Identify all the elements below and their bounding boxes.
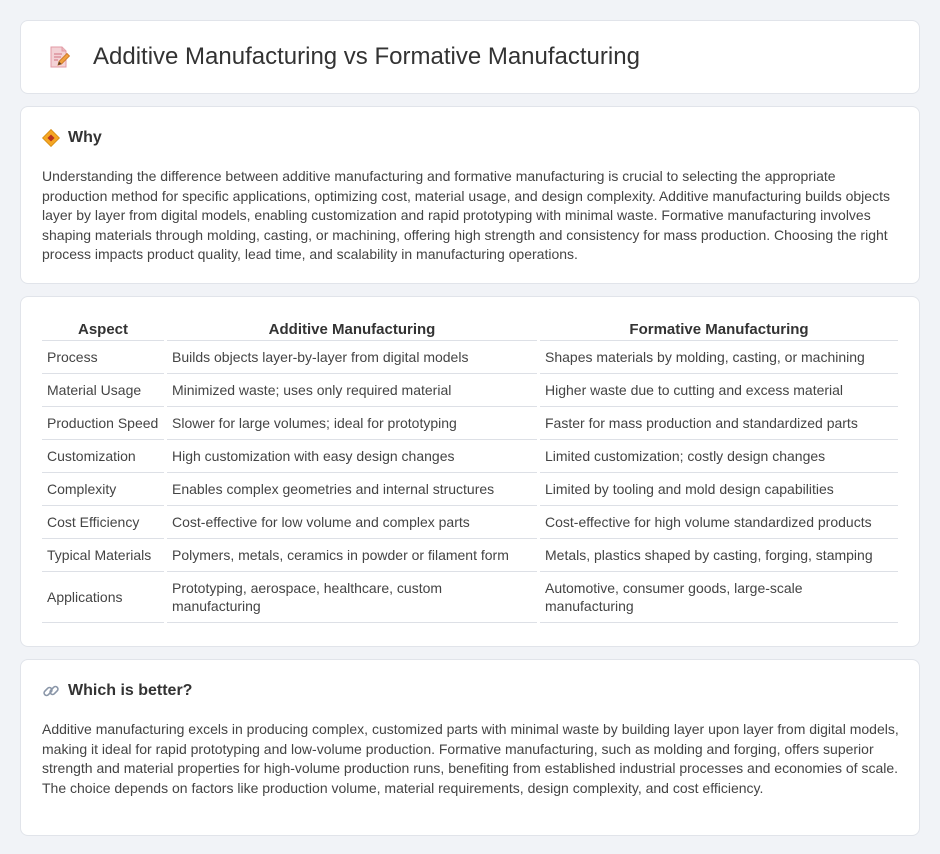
why-section: Why Understanding the difference between…	[20, 106, 920, 284]
table-row: Process Builds objects layer-by-layer fr…	[42, 341, 898, 374]
row-formative: Cost-effective for high volume standardi…	[540, 506, 898, 539]
row-additive: High customization with easy design chan…	[167, 440, 537, 473]
table-row: Customization High customization with ea…	[42, 440, 898, 473]
which-is-better-section: Which is better? Additive manufacturing …	[20, 659, 920, 836]
why-text: Understanding the difference between add…	[42, 168, 890, 263]
row-formative: Automotive, consumer goods, large-scale …	[540, 572, 898, 623]
table-row: Typical Materials Polymers, metals, cera…	[42, 539, 898, 572]
table-row: Production Speed Slower for large volume…	[42, 407, 898, 440]
row-aspect: Complexity	[42, 473, 164, 506]
column-header-aspect: Aspect	[42, 317, 164, 341]
row-formative: Limited by tooling and mold design capab…	[540, 473, 898, 506]
row-additive: Cost-effective for low volume and comple…	[167, 506, 537, 539]
why-heading: Why	[68, 129, 102, 146]
link-icon	[42, 682, 60, 700]
column-header-formative: Formative Manufacturing	[540, 317, 898, 341]
row-aspect: Applications	[42, 572, 164, 623]
row-formative: Shapes materials by molding, casting, or…	[540, 341, 898, 374]
row-formative: Faster for mass production and standardi…	[540, 407, 898, 440]
row-formative: Metals, plastics shaped by casting, forg…	[540, 539, 898, 572]
row-additive: Prototyping, aerospace, healthcare, cust…	[167, 572, 537, 623]
diamond-sign-icon	[41, 128, 61, 148]
row-additive: Polymers, metals, ceramics in powder or …	[167, 539, 537, 572]
better-text: Additive manufacturing excels in produci…	[42, 721, 899, 796]
column-header-additive: Additive Manufacturing	[167, 317, 537, 341]
comparison-card: Aspect Additive Manufacturing Formative …	[20, 296, 920, 647]
row-additive: Builds objects layer-by-layer from digit…	[167, 341, 537, 374]
row-aspect: Typical Materials	[42, 539, 164, 572]
row-formative: Limited customization; costly design cha…	[540, 440, 898, 473]
row-additive: Slower for large volumes; ideal for prot…	[167, 407, 537, 440]
row-formative: Higher waste due to cutting and excess m…	[540, 374, 898, 407]
row-aspect: Cost Efficiency	[42, 506, 164, 539]
why-heading-row: Why	[41, 128, 899, 148]
header-card: Additive Manufacturing vs Formative Manu…	[20, 20, 920, 94]
better-heading-row: Which is better?	[42, 682, 899, 700]
row-additive: Enables complex geometries and internal …	[167, 473, 537, 506]
row-additive: Minimized waste; uses only required mate…	[167, 374, 537, 407]
better-heading: Which is better?	[68, 682, 193, 699]
row-aspect: Process	[42, 341, 164, 374]
table-row: Applications Prototyping, aerospace, hea…	[42, 572, 898, 623]
page-title: Additive Manufacturing vs Formative Manu…	[93, 43, 640, 70]
row-aspect: Material Usage	[42, 374, 164, 407]
document-pencil-icon	[47, 45, 71, 69]
table-row: Cost Efficiency Cost-effective for low v…	[42, 506, 898, 539]
row-aspect: Production Speed	[42, 407, 164, 440]
comparison-table: Aspect Additive Manufacturing Formative …	[39, 317, 901, 623]
table-row: Material Usage Minimized waste; uses onl…	[42, 374, 898, 407]
table-row: Complexity Enables complex geometries an…	[42, 473, 898, 506]
row-aspect: Customization	[42, 440, 164, 473]
table-header-row: Aspect Additive Manufacturing Formative …	[42, 317, 898, 341]
